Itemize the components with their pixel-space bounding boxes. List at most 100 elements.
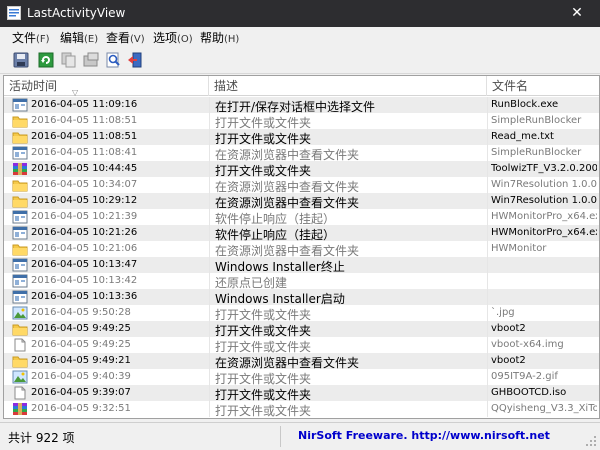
table-row[interactable]: 2016-04-05 10:13:47 Windows Installer终止: [4, 257, 599, 274]
menu-edit-label: 编辑: [60, 31, 85, 45]
cell-time: 2016-04-05 11:08:51: [31, 115, 138, 126]
column-divider: [487, 209, 488, 225]
folder-icon: [12, 116, 28, 128]
table-row[interactable]: 2016-04-05 10:34:07 在资源浏览器中查看文件夹 Win7Resol…: [4, 177, 599, 194]
save-icon[interactable]: [12, 51, 30, 69]
refresh-icon[interactable]: [37, 51, 55, 69]
close-button[interactable]: ✕: [554, 0, 600, 27]
menu-options-accel: (O): [177, 34, 193, 45]
image-icon: [12, 306, 28, 320]
cell-filename: Read_me.txt: [491, 131, 554, 142]
cell-time: 2016-04-05 10:13:36: [31, 291, 138, 302]
cell-filename: ToolwizTF_V3.2.0.200: [491, 163, 597, 174]
cell-time: 2016-04-05 9:49:25: [31, 339, 131, 350]
column-divider: [209, 193, 210, 209]
table-row[interactable]: 2016-04-05 11:08:51 打开文件或文件夹 Read_me.txt: [4, 129, 599, 146]
table-row[interactable]: 2016-04-05 9:40:39 打开文件或文件夹 095IT9A-2.gif: [4, 369, 599, 386]
cell-time: 2016-04-05 9:49:21: [31, 355, 131, 366]
menu-edit[interactable]: 编辑(E): [60, 29, 98, 46]
cell-time: 2016-04-05 9:49:25: [31, 323, 131, 334]
window-icon: [12, 290, 28, 304]
copy-icon[interactable]: [59, 51, 77, 69]
column-divider: [487, 193, 488, 209]
table-row[interactable]: 2016-04-05 9:50:28 打开文件或文件夹 `.jpg: [4, 305, 599, 322]
column-divider: [209, 209, 210, 225]
nirsoft-link[interactable]: NirSoft Freeware. http://www.nirsoft.net: [298, 429, 550, 442]
column-header-filename[interactable]: 文件名: [487, 76, 599, 96]
cell-filename: QQyisheng_V3.3_XiTo: [491, 403, 597, 414]
title-bar[interactable]: LastActivityView ✕: [0, 0, 600, 27]
folder-icon: [12, 196, 28, 208]
folder-icon: [12, 180, 28, 192]
image-icon: [12, 370, 28, 384]
cell-description: 打开文件或文件夹: [215, 404, 312, 418]
column-divider: [487, 337, 488, 353]
table-row[interactable]: 2016-04-05 11:08:51 打开文件或文件夹 SimpleRunBloc…: [4, 113, 599, 130]
table-row[interactable]: 2016-04-05 10:21:26 软件停止响应（挂起） HWMonitorPr…: [4, 225, 599, 242]
column-header-description[interactable]: 描述: [209, 76, 487, 96]
table-row[interactable]: 2016-04-05 9:49:25 打开文件或文件夹 vboot2: [4, 321, 599, 338]
app-window: LastActivityView ✕ 文件(F) 编辑(E) 查看(V) 选项(…: [0, 0, 600, 450]
menu-file[interactable]: 文件(F): [12, 29, 50, 46]
menu-help[interactable]: 帮助(H): [200, 29, 239, 46]
cell-time: 2016-04-05 9:40:39: [31, 371, 131, 382]
column-divider: [209, 129, 210, 145]
exit-icon[interactable]: [126, 51, 144, 69]
table-row[interactable]: 2016-04-05 9:49:25 打开文件或文件夹 vboot-x64.img: [4, 337, 599, 354]
menu-options[interactable]: 选项(O): [153, 29, 193, 46]
column-header-filename-label: 文件名: [492, 79, 529, 93]
menu-bar: 文件(F) 编辑(E) 查看(V) 选项(O) 帮助(H): [0, 27, 600, 46]
table-row[interactable]: 2016-04-05 11:08:41 在资源浏览器中查看文件夹 SimpleRun…: [4, 145, 599, 162]
list-header: 活动时间 ▽ 描述 文件名: [4, 76, 599, 97]
activity-list[interactable]: 活动时间 ▽ 描述 文件名 2016-04-05 11:09:16 在打开/保存对…: [3, 75, 600, 419]
window-title: LastActivityView: [27, 6, 126, 20]
cell-time: 2016-04-05 10:44:45: [31, 163, 138, 174]
column-divider: [209, 273, 210, 289]
window-icon: [12, 210, 28, 224]
cell-filename: HWMonitor: [491, 243, 547, 254]
table-row[interactable]: 2016-04-05 10:13:36 Windows Installer启动: [4, 289, 599, 306]
cell-time: 2016-04-05 10:21:06: [31, 243, 138, 254]
column-divider: [487, 369, 488, 385]
cell-time: 2016-04-05 10:13:47: [31, 259, 138, 270]
menu-view[interactable]: 查看(V): [106, 29, 145, 46]
table-row[interactable]: 2016-04-05 10:44:45 打开文件或文件夹 ToolwizTF_V3.…: [4, 161, 599, 178]
column-divider: [209, 353, 210, 369]
find-icon[interactable]: [104, 51, 122, 69]
column-divider: [209, 257, 210, 273]
cell-time: 2016-04-05 10:21:26: [31, 227, 138, 238]
cell-time: 2016-04-05 9:32:51: [31, 403, 131, 414]
status-divider: [280, 426, 281, 447]
properties-icon[interactable]: [82, 51, 100, 69]
window-icon: [12, 226, 28, 240]
cell-filename: Win7Resolution 1.0.0: [491, 195, 597, 206]
table-row[interactable]: 2016-04-05 10:13:42 还原点已创建: [4, 273, 599, 290]
cell-filename: HWMonitorPro_x64.exe: [491, 227, 597, 238]
column-divider: [487, 289, 488, 305]
item-count: 共计 922 项: [8, 431, 75, 445]
cell-filename: SimpleRunBlocker: [491, 147, 582, 158]
cell-filename: vboot2: [491, 355, 526, 366]
column-divider: [209, 145, 210, 161]
resize-grip-icon[interactable]: [585, 435, 597, 447]
column-divider: [487, 305, 488, 321]
cell-time: 2016-04-05 11:09:16: [31, 99, 138, 110]
folder-icon: [12, 324, 28, 336]
table-row[interactable]: 2016-04-05 9:39:07 打开文件或文件夹 GHBOOTCD.iso: [4, 385, 599, 402]
menu-file-label: 文件: [12, 31, 37, 45]
column-divider: [209, 401, 210, 417]
menu-edit-accel: (E): [84, 34, 99, 45]
table-row[interactable]: 2016-04-05 9:49:21 在资源浏览器中查看文件夹 vboot2: [4, 353, 599, 370]
column-divider: [487, 257, 488, 273]
cell-time: 2016-04-05 9:39:07: [31, 387, 131, 398]
menu-view-label: 查看: [106, 31, 131, 45]
table-row[interactable]: 2016-04-05 9:32:51 打开文件或文件夹 QQyisheng_V3.3…: [4, 401, 599, 418]
column-header-description-label: 描述: [214, 79, 239, 93]
window-icon: [12, 258, 28, 272]
table-row[interactable]: 2016-04-05 10:21:06 在资源浏览器中查看文件夹 HWMonitor: [4, 241, 599, 258]
cell-filename: vboot-x64.img: [491, 339, 564, 350]
column-header-time[interactable]: 活动时间 ▽: [4, 76, 209, 97]
table-row[interactable]: 2016-04-05 11:09:16 在打开/保存对话框中选择文件 RunBloc…: [4, 97, 599, 114]
table-row[interactable]: 2016-04-05 10:29:12 在资源浏览器中查看文件夹 Win7Resol…: [4, 193, 599, 210]
table-row[interactable]: 2016-04-05 10:21:39 软件停止响应（挂起） HWMonitorPr…: [4, 209, 599, 226]
